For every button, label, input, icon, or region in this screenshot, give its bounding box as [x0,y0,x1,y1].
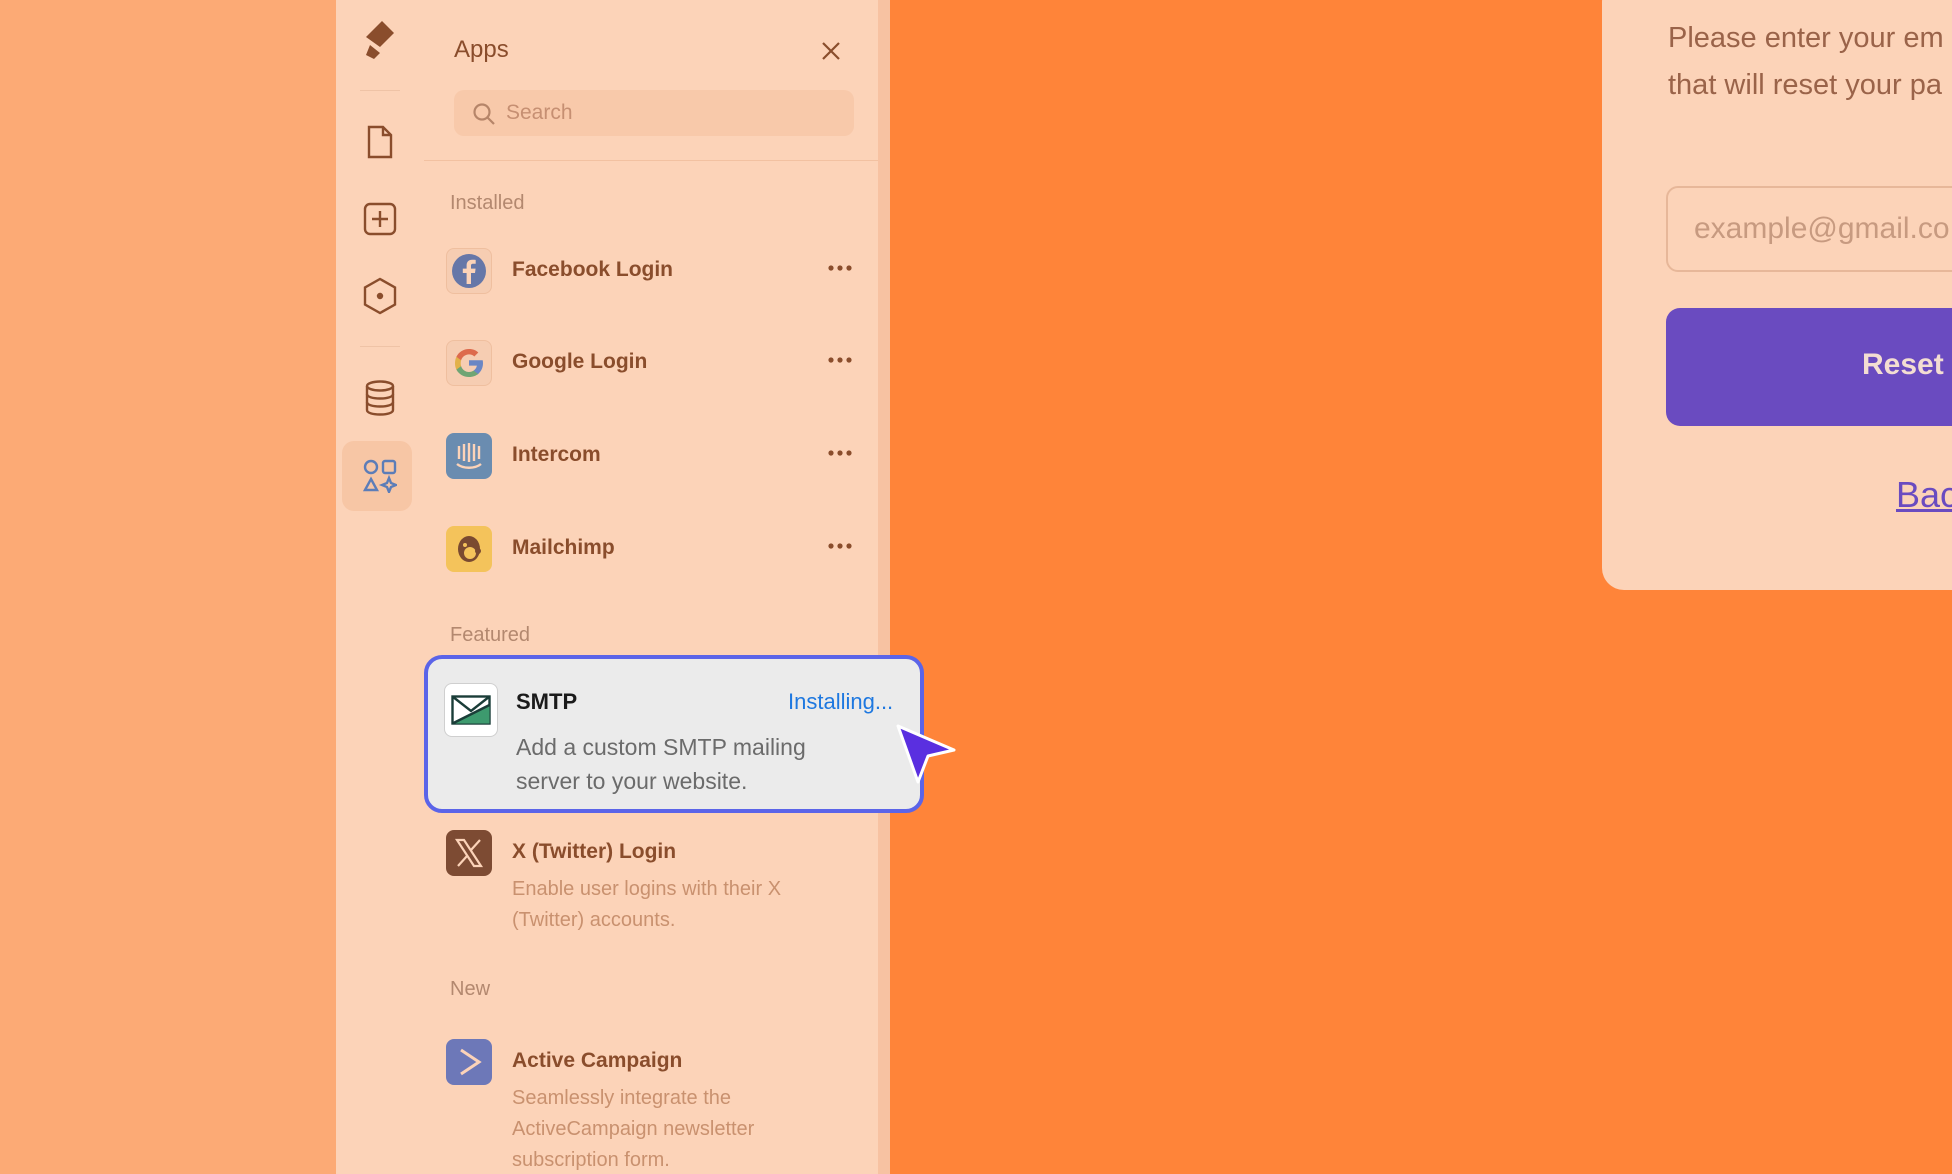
more-horizontal-icon [828,357,852,363]
app-name: Google Login [512,350,648,373]
app-item-mailchimp[interactable]: Mailchimp [446,516,856,578]
more-horizontal-icon [828,265,852,271]
app-name: X (Twitter) Login [512,840,677,863]
more-options-button[interactable] [824,344,856,376]
more-options-button[interactable] [824,437,856,469]
app-item-google-login[interactable]: Google Login [446,330,856,392]
app-item-x-twitter-login[interactable]: X (Twitter) Login Enable user logins wit… [446,820,856,940]
more-options-button[interactable] [824,530,856,562]
instruction-text-line-2: that will reset your pa [1668,69,1943,101]
activecampaign-icon [446,1039,492,1085]
logo-icon[interactable] [358,18,402,62]
facebook-icon [446,248,492,294]
app-item-facebook-login[interactable]: Facebook Login [446,238,856,300]
more-options-button[interactable] [824,252,856,284]
component-icon[interactable] [358,274,402,318]
google-icon [446,340,492,386]
app-name: Facebook Login [512,258,674,281]
app-name: Active Campaign [512,1049,683,1072]
section-featured-label: Featured [450,624,531,646]
x-twitter-icon [446,830,492,876]
icon-rail [336,0,425,1174]
cursor-pointer-icon [896,724,956,784]
panel-header: Apps Search [424,0,878,161]
back-link[interactable]: Bac [1896,474,1952,516]
page-icon[interactable] [358,120,402,164]
database-icon[interactable] [358,376,402,420]
panel-resize-handle[interactable] [878,0,890,1174]
app-description: Seamlessly integrate the ActiveCampaign … [512,1087,755,1171]
email-placeholder: example@gmail.co [1694,212,1950,245]
app-item-intercom[interactable]: Intercom [446,423,856,485]
apps-icon[interactable] [358,454,402,498]
mailchimp-icon [446,526,492,572]
app-item-smtp[interactable]: SMTP Installing... Add a custom SMTP mai… [424,655,924,813]
reset-password-card: Please enter your em that will reset you… [1602,0,1952,590]
section-installed-label: Installed [450,192,525,214]
app-item-active-campaign[interactable]: Active Campaign Seamlessly integrate the… [446,1029,856,1174]
app-name: Mailchimp [512,536,615,559]
backdrop [0,0,336,1174]
apps-panel: Apps Search Installed Facebook Login Goo… [424,0,878,1174]
close-button[interactable] [816,36,846,66]
app-name: SMTP [516,689,578,714]
smtp-mail-icon [444,683,498,737]
app-description: Add a custom SMTP mailing server to your… [516,734,806,794]
email-field[interactable]: example@gmail.co [1666,186,1952,272]
app-description: Enable user logins with their X (Twitter… [512,878,782,931]
rail-divider [360,346,400,347]
install-status: Installing... [788,689,894,714]
more-horizontal-icon [828,450,852,456]
reset-button[interactable]: Reset [1666,308,1952,426]
search-placeholder: Search [506,101,573,124]
search-icon [473,103,495,125]
instruction-text-line-1: Please enter your em [1668,22,1944,54]
panel-title: Apps [454,36,509,63]
close-icon [822,42,840,60]
app-name: Intercom [512,443,601,466]
rail-divider [360,90,400,91]
add-icon[interactable] [358,197,402,241]
reset-button-label: Reset [1862,348,1944,381]
more-horizontal-icon [828,543,852,549]
search-input[interactable]: Search [454,90,854,136]
intercom-icon [446,433,492,479]
section-new-label: New [450,978,491,1000]
